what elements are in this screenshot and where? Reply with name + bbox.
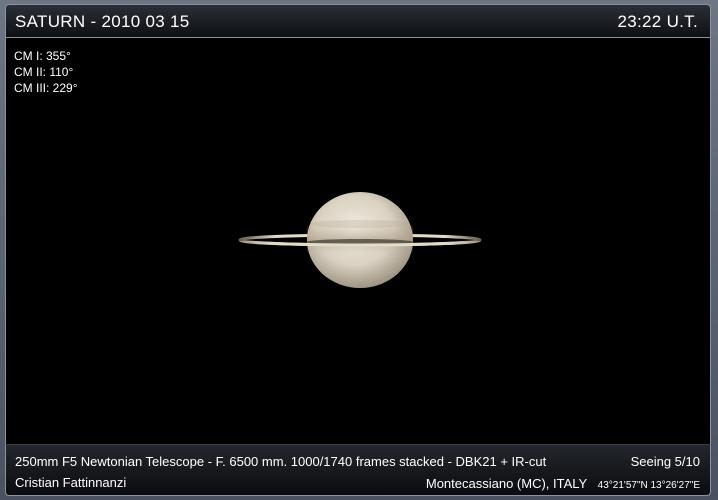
north-band <box>310 220 410 228</box>
location-coordinates: 43°21'57"N 13°26'27"E <box>597 480 700 491</box>
observation-time: 23:22 U.T. <box>617 12 698 31</box>
footer: 250mm F5 Newtonian Telescope - F. 6500 m… <box>5 444 711 496</box>
planet-image: CM I: 355° CM II: 110° CM III: 229° <box>5 38 711 444</box>
author-name: Cristian Fattinnanzi <box>15 475 127 490</box>
title-bar: SATURN - 2010 03 15 23:22 U.T. <box>5 4 711 38</box>
equipment-info: 250mm F5 Newtonian Telescope - F. 6500 m… <box>15 454 547 469</box>
image-frame: SATURN - 2010 03 15 23:22 U.T. CM I: 355… <box>0 0 718 500</box>
seeing-info: Seeing 5/10 <box>630 454 700 469</box>
location-name: Montecassiano (MC), ITALY <box>425 476 588 491</box>
saturn-illustration <box>238 192 482 288</box>
image-title: SATURN - 2010 03 15 <box>15 12 190 31</box>
location-info: Montecassiano (MC), ITALY 43°21'57"N 13°… <box>426 475 700 493</box>
